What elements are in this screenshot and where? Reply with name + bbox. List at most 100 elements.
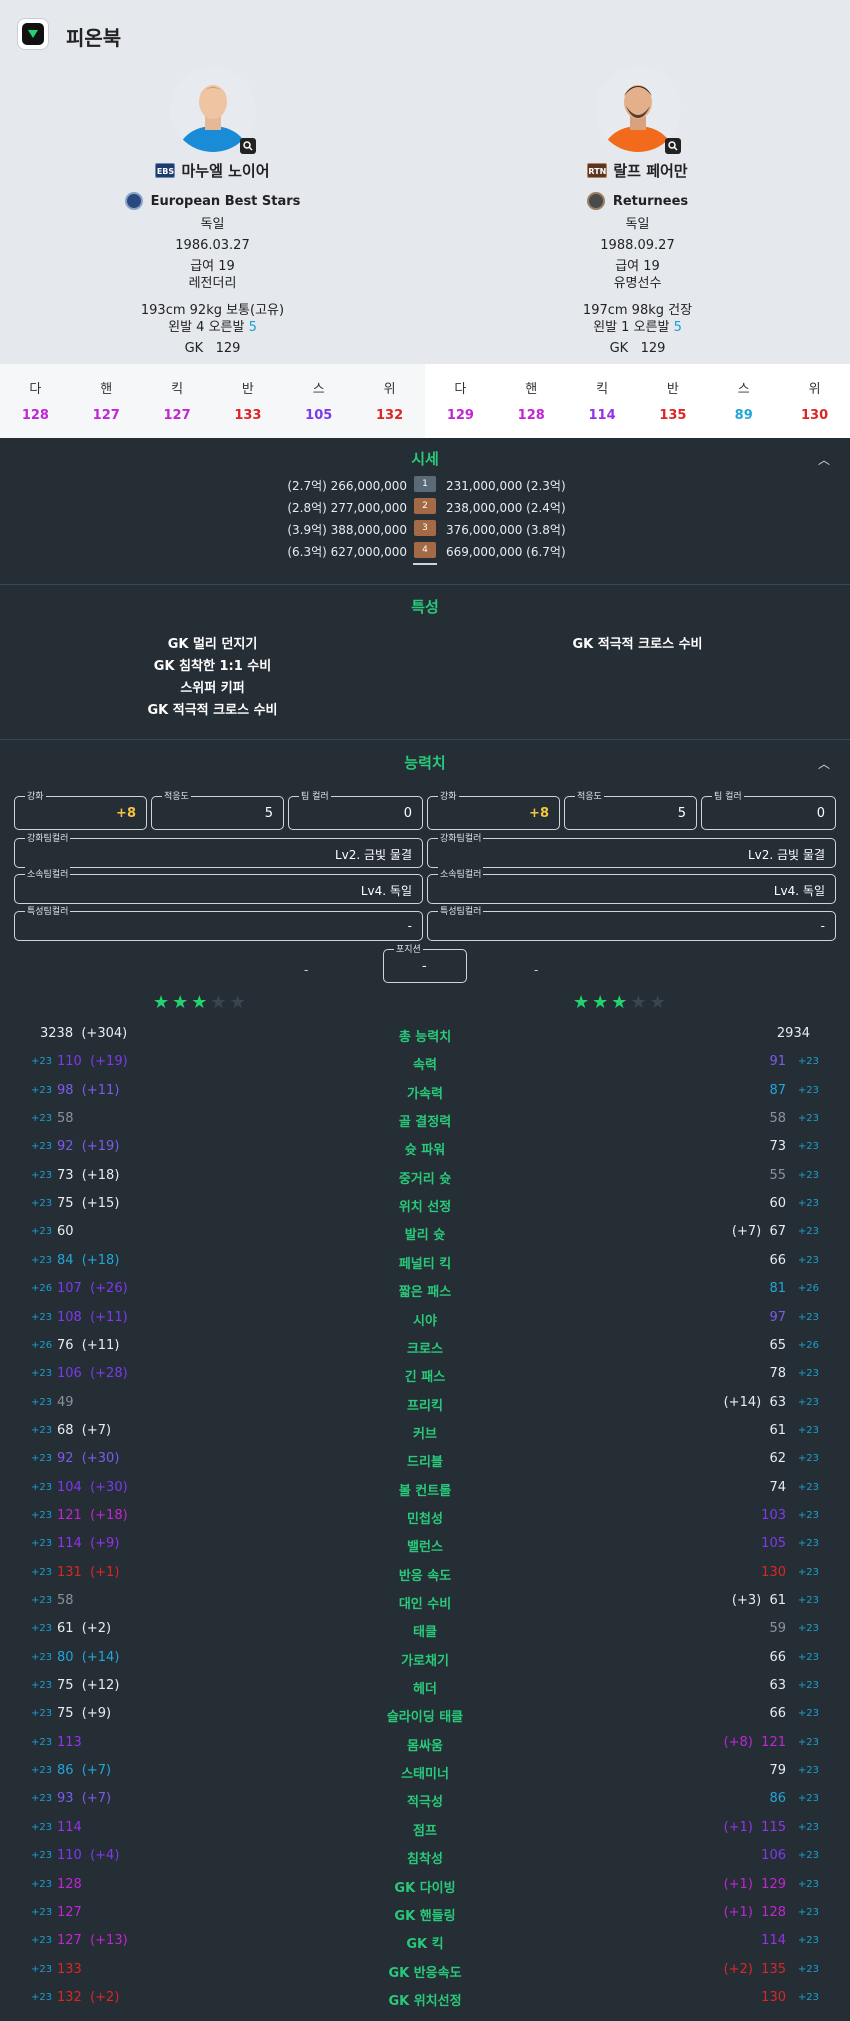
right-value: 58 bbox=[769, 1111, 786, 1126]
club-team-field[interactable]: 소속팀컬러 Lv4. 독일 bbox=[427, 867, 836, 904]
trait-team-field[interactable]: 특성팀컬러 - bbox=[14, 904, 423, 941]
zoom-icon[interactable] bbox=[665, 138, 681, 154]
stat-label: 슛 파워 bbox=[404, 1143, 446, 1159]
ability-section-title[interactable]: 능력치 bbox=[0, 752, 850, 773]
stat-row: +23 114 (+9) 밸런스 105 +23 bbox=[0, 1530, 850, 1558]
player-birth: 1988.09.27 bbox=[600, 238, 675, 253]
field-value: +8 bbox=[116, 806, 136, 821]
stat-label: 속력 bbox=[413, 1058, 437, 1074]
right-stat-delta: (+1) bbox=[723, 1819, 762, 1835]
gk-stat-cell: 핸 128 bbox=[496, 364, 567, 438]
right-stat-delta: (+1) bbox=[723, 1876, 762, 1892]
price-left: (2.8억) 277,000,000 bbox=[287, 501, 407, 515]
season-badge-icon: RTN bbox=[587, 163, 608, 178]
right-bonus: +23 bbox=[797, 1311, 819, 1323]
right-bonus: +23 bbox=[797, 1254, 819, 1266]
stat-row: +23 49 프리킥 (+14) 63 +23 bbox=[0, 1389, 850, 1417]
trait-item: GK 적극적 크로스 수비 bbox=[147, 703, 278, 718]
right-value: 74 bbox=[769, 1480, 786, 1495]
star-rating-left: ★★★★★ bbox=[153, 992, 249, 1013]
right-bonus: +23 bbox=[797, 1056, 819, 1068]
enhance-field[interactable]: 강화 +8 bbox=[14, 789, 147, 830]
app-logo-icon[interactable] bbox=[17, 18, 49, 50]
stat-row: +23 92 (+30) 드리블 62 +23 bbox=[0, 1445, 850, 1473]
stat-row: 3238 (+304) 총 능력치 2934 bbox=[0, 1020, 850, 1048]
stat-row: +23 75 (+9) 슬라이딩 태클 66 +23 bbox=[0, 1700, 850, 1728]
right-stat-number: 61 bbox=[769, 1422, 786, 1438]
price-left: (6.3억) 627,000,000 bbox=[287, 545, 407, 559]
stat-row: +23 58 골 결정력 58 +23 bbox=[0, 1105, 850, 1133]
right-value: (+3) 61 bbox=[732, 1593, 786, 1608]
right-stat-number: 87 bbox=[769, 1082, 786, 1098]
right-bonus: +23 bbox=[797, 1821, 819, 1833]
gk-stat-label: 핸 bbox=[100, 382, 113, 397]
trait-team-field[interactable]: 특성팀컬러 - bbox=[427, 904, 836, 941]
season-row: Returnees bbox=[425, 192, 850, 210]
right-stat-delta: (+1) bbox=[723, 1904, 762, 1920]
stat-label: 가속력 bbox=[407, 1086, 443, 1102]
position-select[interactable]: 포지션 - bbox=[383, 942, 467, 983]
grade-badge: 4 bbox=[414, 542, 436, 558]
right-value: 65 bbox=[769, 1338, 786, 1353]
right-stat-number: 91 bbox=[769, 1054, 786, 1070]
field-label: 강화 bbox=[438, 789, 459, 802]
gk-stat-label: 스 bbox=[312, 382, 325, 397]
field-value: 5 bbox=[264, 806, 273, 821]
right-value: 2934 bbox=[777, 1026, 810, 1041]
right-value: 87 bbox=[769, 1083, 786, 1098]
gk-stat-cell: 스 89 bbox=[708, 364, 779, 438]
stat-label: 골 결정력 bbox=[398, 1115, 452, 1131]
fit-field[interactable]: 적응도 5 bbox=[151, 789, 284, 830]
stat-label: 민첩성 bbox=[407, 1511, 443, 1527]
right-stat-number: 130 bbox=[761, 1564, 786, 1580]
trait-item: GK 적극적 크로스 수비 bbox=[572, 637, 703, 652]
star-rating-right: ★★★★★ bbox=[573, 992, 669, 1013]
right-value: 79 bbox=[769, 1763, 786, 1778]
stat-label: 짧은 패스 bbox=[398, 1285, 452, 1301]
stat-row: +23 98 (+11) 가속력 87 +23 bbox=[0, 1077, 850, 1105]
trait-item: GK 멀리 던지기 bbox=[167, 637, 258, 652]
field-value: Lv2. 금빛 물결 bbox=[747, 848, 825, 862]
price-right: 238,000,000 (2.4억) bbox=[446, 501, 566, 515]
stat-row: +23 73 (+18) 중거리 슛 55 +23 bbox=[0, 1162, 850, 1190]
right-stat-number: 81 bbox=[769, 1281, 786, 1297]
stat-row: +23 127 GK 핸들링 (+1) 128 +23 bbox=[0, 1899, 850, 1927]
right-value: (+1) 129 bbox=[724, 1877, 786, 1892]
team-color-field[interactable]: 팀 컬러 0 bbox=[288, 789, 423, 830]
collapse-chevron-icon[interactable]: ︿ bbox=[818, 755, 830, 772]
enhance-field[interactable]: 강화 +8 bbox=[427, 789, 560, 830]
team-color-field[interactable]: 팀 컬러 0 bbox=[701, 789, 836, 830]
right-value: (+1) 128 bbox=[724, 1905, 786, 1920]
stat-row: +23 132 (+2) GK 위치선정 130 +23 bbox=[0, 1984, 850, 2012]
player-name-text: 랄프 페어만 bbox=[613, 162, 688, 180]
club-team-field[interactable]: 소속팀컬러 Lv4. 독일 bbox=[14, 867, 423, 904]
stat-label: 프리킥 bbox=[407, 1398, 443, 1414]
collapse-chevron-icon[interactable]: ︿ bbox=[818, 451, 830, 468]
zoom-icon[interactable] bbox=[240, 138, 256, 154]
stat-row: +23 133 GK 반응속도 (+2) 135 +23 bbox=[0, 1956, 850, 1984]
right-stat-number: 62 bbox=[769, 1451, 786, 1467]
stat-row: +23 68 (+7) 커브 61 +23 bbox=[0, 1417, 850, 1445]
right-stat-number: 65 bbox=[769, 1337, 786, 1353]
compare-header: 피온북 EBS 마누엘 노이어 European Best Stars 독일 19… bbox=[0, 0, 850, 364]
stat-label: 반응 속도 bbox=[398, 1568, 452, 1584]
right-value: 130 bbox=[761, 1565, 786, 1580]
gk-stat-cell: 스 105 bbox=[283, 364, 354, 438]
stat-label: 대인 수비 bbox=[398, 1597, 452, 1612]
right-bonus: +23 bbox=[797, 1595, 819, 1606]
enh-team-field[interactable]: 강화팀컬러 Lv2. 금빛 물결 bbox=[14, 831, 423, 868]
right-stat-delta: (+7) bbox=[731, 1224, 770, 1240]
right-stat-number: 129 bbox=[761, 1876, 786, 1892]
gk-stat-label: 다 bbox=[29, 382, 42, 397]
right-bonus: +23 bbox=[797, 1708, 819, 1720]
right-stat-number: 63 bbox=[769, 1678, 786, 1694]
stat-label: GK 다이빙 bbox=[394, 1880, 456, 1896]
field-label: 특성팀컬러 bbox=[438, 904, 484, 917]
enh-team-field[interactable]: 강화팀컬러 Lv2. 금빛 물결 bbox=[427, 831, 836, 868]
player-card-left: EBS 마누엘 노이어 European Best Stars 독일 1986.0… bbox=[0, 66, 425, 364]
right-bonus: +23 bbox=[797, 1368, 819, 1380]
app-title: 피온북 bbox=[66, 26, 122, 50]
stat-label: 시야 bbox=[413, 1313, 437, 1329]
fit-field[interactable]: 적응도 5 bbox=[564, 789, 697, 830]
price-section-title[interactable]: 시세 bbox=[0, 448, 850, 469]
